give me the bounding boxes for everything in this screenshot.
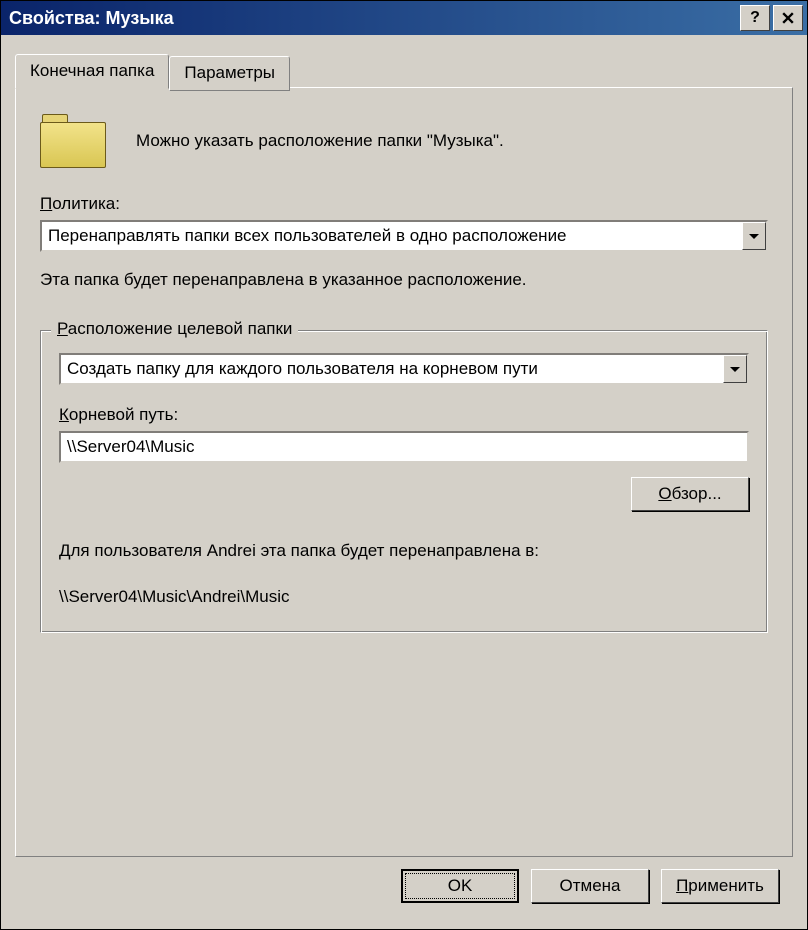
browse-button[interactable]: Обзор... [631,477,749,511]
target-mode-value: Создать папку для каждого пользователя н… [61,359,723,379]
redirect-line2: \\Server04\Music\Andrei\Music [59,581,749,613]
folder-icon [40,114,106,168]
tab-panel: Можно указать расположение папки "Музыка… [15,87,793,857]
button-bar: OK Отмена Применить [15,857,793,915]
dialog-body: Конечная папка Параметры Можно указать р… [1,35,807,929]
target-location-group: Расположение целевой папки Создать папку… [40,330,768,633]
policy-label: Политика: [40,194,768,214]
tab-target-label: Конечная папка [30,61,154,80]
cancel-button[interactable]: Отмена [531,869,649,903]
tab-target[interactable]: Конечная папка [15,54,169,89]
root-path-input[interactable] [59,431,749,463]
close-icon [781,12,795,24]
chevron-down-icon [749,234,759,239]
tab-strip: Конечная папка Параметры [15,53,793,88]
apply-button[interactable]: Применить [661,869,779,903]
chevron-down-icon [730,367,740,372]
policy-dropdown[interactable]: Перенаправлять папки всех пользователей … [40,220,768,252]
tab-settings-label: Параметры [184,63,275,82]
redirect-line1: Для пользователя Andrei эта папка будет … [59,535,749,567]
policy-dropdown-button[interactable] [742,222,766,250]
titlebar: Свойства: Музыка ? [1,1,807,35]
redirect-info: Для пользователя Andrei эта папка будет … [59,535,749,614]
tab-settings[interactable]: Параметры [169,56,290,91]
help-button[interactable]: ? [740,5,770,31]
dialog-window: Свойства: Музыка ? Конечная папка Параме… [0,0,808,930]
ok-button[interactable]: OK [401,869,519,903]
policy-value: Перенаправлять папки всех пользователей … [42,226,742,246]
target-mode-dropdown[interactable]: Создать папку для каждого пользователя н… [59,353,749,385]
target-mode-dropdown-button[interactable] [723,355,747,383]
ok-label: OK [448,876,473,895]
close-button[interactable] [773,5,803,31]
cancel-label: Отмена [560,876,621,895]
root-path-label: Корневой путь: [59,405,749,425]
browse-row: Обзор... [59,477,749,511]
intro-row: Можно указать расположение папки "Музыка… [40,114,768,168]
window-title: Свойства: Музыка [9,8,737,29]
group-legend: Расположение целевой папки [51,319,298,339]
intro-text: Можно указать расположение папки "Музыка… [136,131,504,151]
policy-hint: Эта папка будет перенаправлена в указанн… [40,270,768,290]
